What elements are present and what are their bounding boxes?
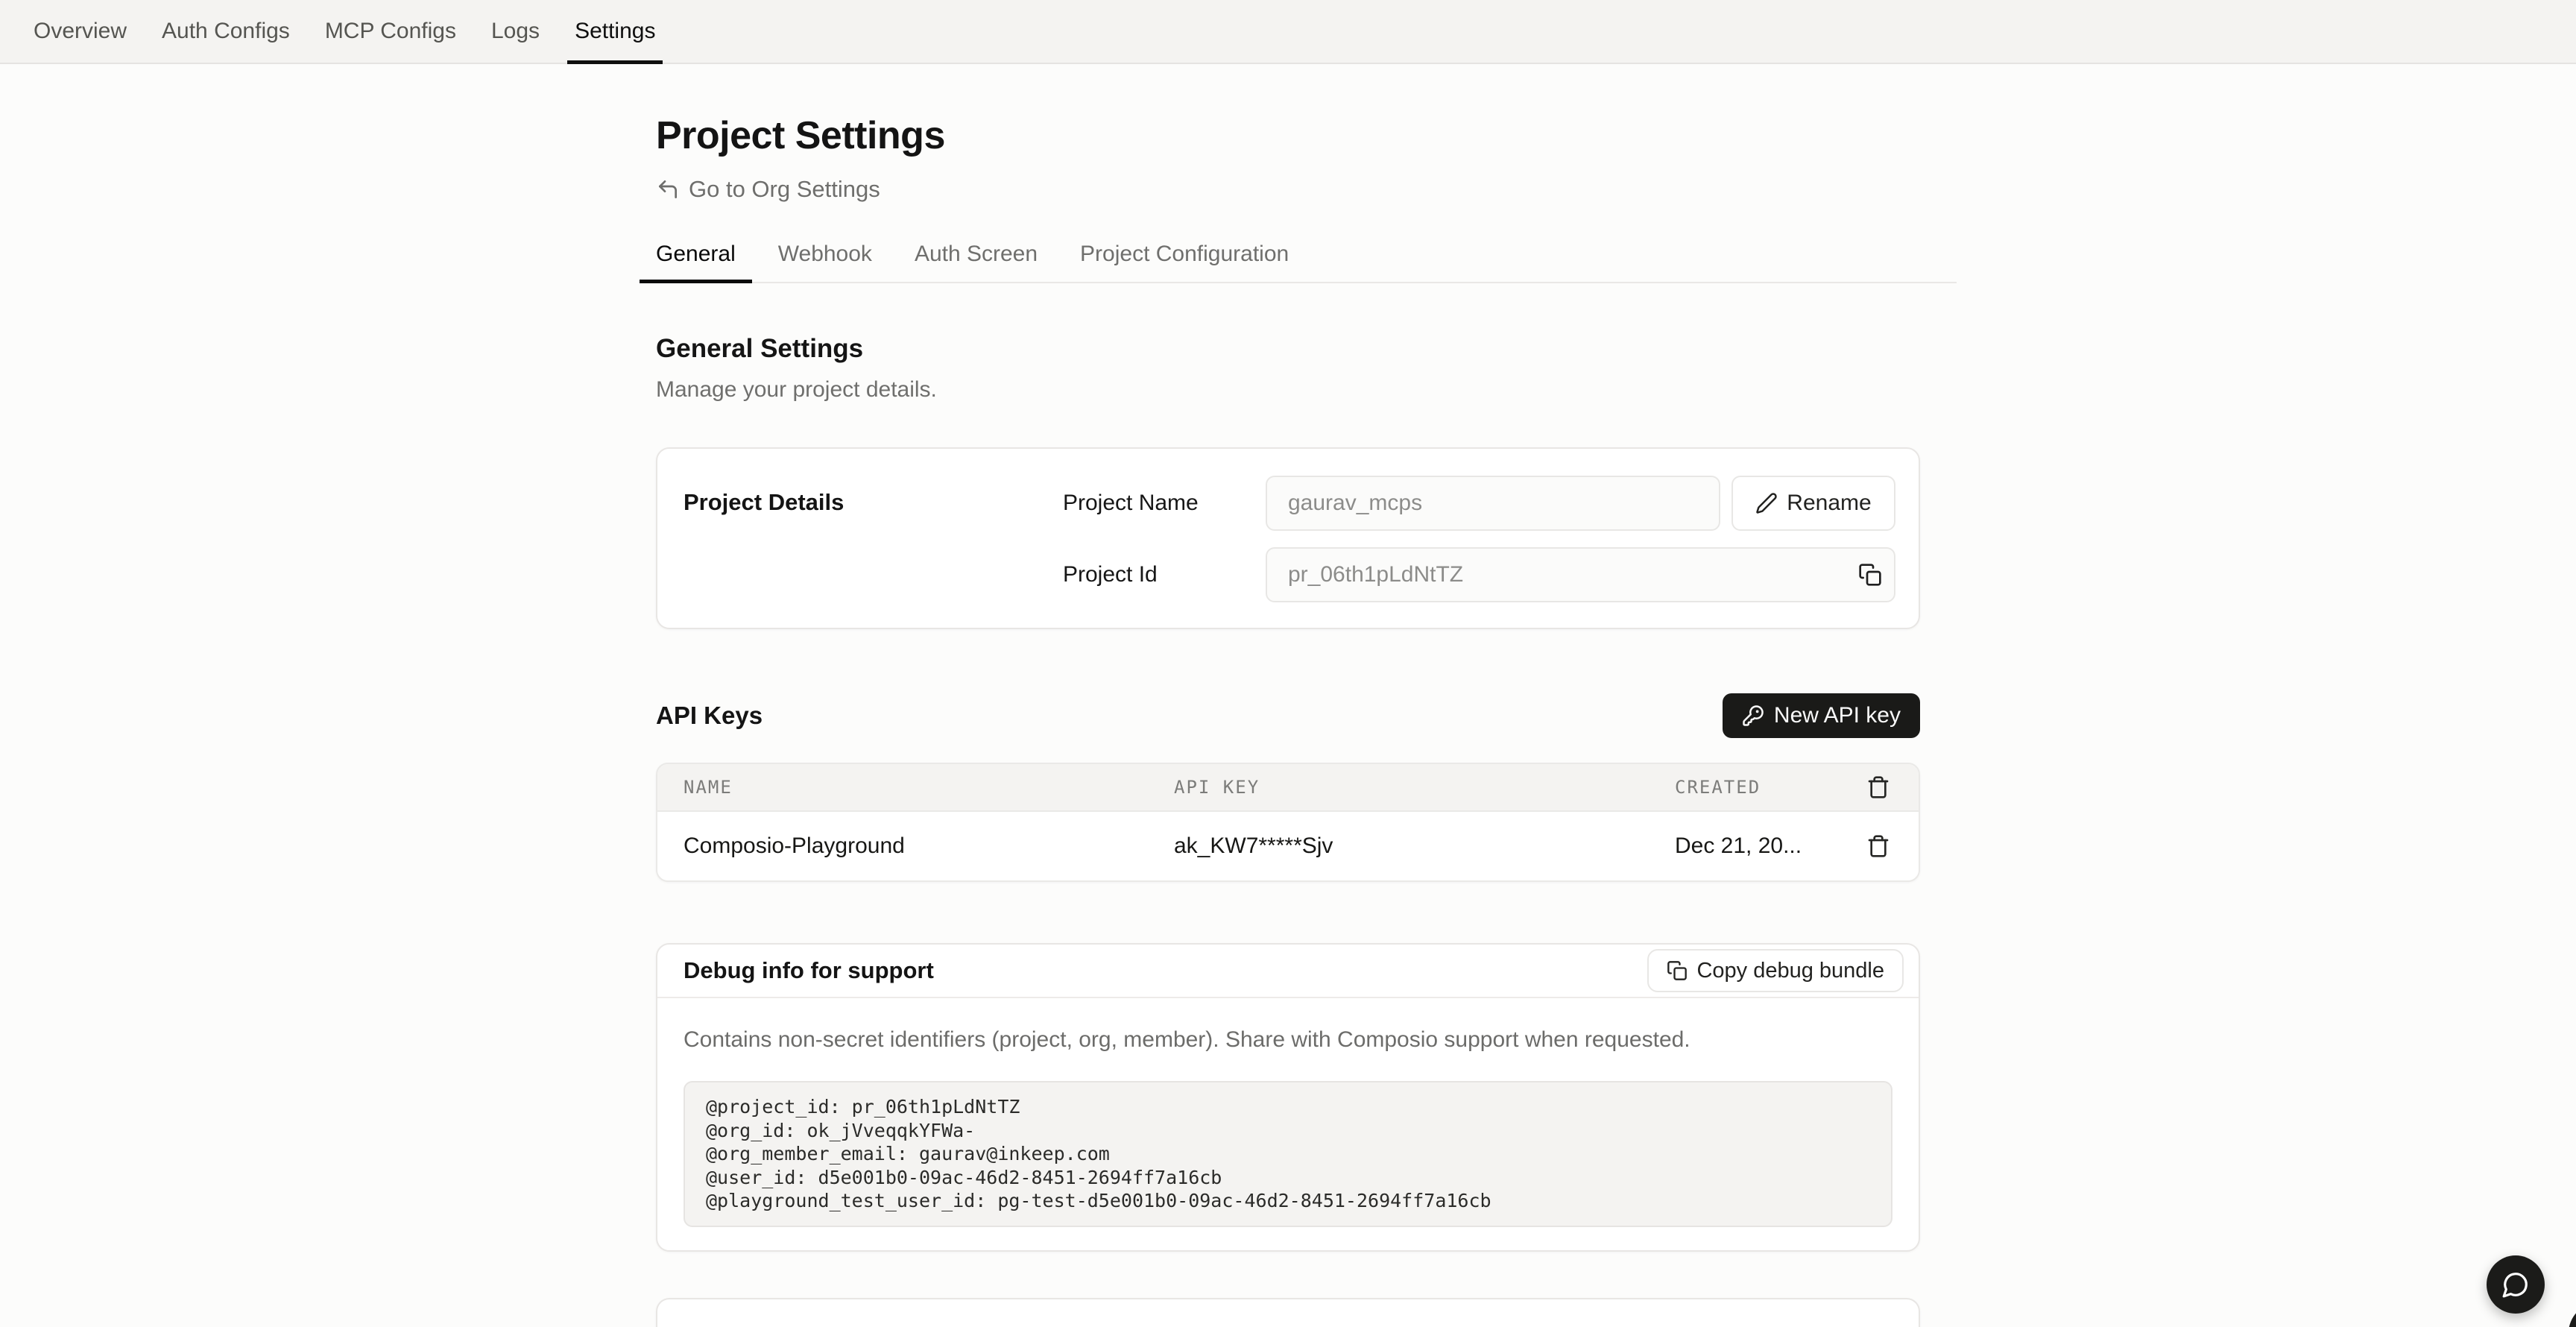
debug-info-card: Debug info for support Copy debug bundle… (656, 943, 1920, 1252)
col-header-name: NAME (684, 777, 1174, 798)
top-navigation: Overview Auth Configs MCP Configs Logs S… (0, 0, 2576, 64)
api-key-value-cell: ak_KW7*****Sjv (1174, 833, 1675, 859)
api-keys-title: API Keys (656, 702, 763, 730)
col-header-api-key: API KEY (1174, 777, 1675, 798)
debug-card-title: Debug info for support (684, 957, 934, 984)
copy-project-id-button[interactable] (1858, 563, 1882, 587)
project-id-input[interactable] (1266, 547, 1895, 602)
go-to-org-settings-label: Go to Org Settings (689, 176, 880, 203)
general-settings-subtitle: Manage your project details. (656, 377, 1920, 403)
tab-webhook[interactable]: Webhook (762, 242, 888, 282)
nav-item-auth-configs[interactable]: Auth Configs (154, 0, 297, 63)
copy-debug-bundle-label: Copy debug bundle (1696, 959, 1884, 983)
rename-button[interactable]: Rename (1731, 476, 1895, 531)
api-key-created-cell: Dec 21, 20... (1675, 833, 1857, 859)
project-id-row: Project Id (1063, 547, 1895, 602)
debug-card-body: Contains non-secret identifiers (project… (657, 998, 1919, 1250)
nav-item-mcp-configs[interactable]: MCP Configs (318, 0, 464, 63)
debug-line-org-member-email: @org_member_email: gaurav@inkeep.com (706, 1142, 1870, 1166)
tab-auth-screen[interactable]: Auth Screen (898, 242, 1054, 282)
api-keys-header: API Keys New API key (656, 693, 1920, 738)
api-keys-table: NAME API KEY CREATED Composio-Playground… (656, 763, 1920, 882)
debug-description: Contains non-secret identifiers (project… (684, 1027, 1892, 1053)
debug-line-playground-test-user-id: @playground_test_user_id: pg-test-d5e001… (706, 1189, 1870, 1213)
page-title: Project Settings (656, 113, 1920, 158)
debug-line-org-id: @org_id: ok_jVveqqkYFWa- (706, 1119, 1870, 1143)
delete-api-key-button[interactable] (1857, 834, 1890, 858)
project-details-form: Project Name Rename Project Id (1063, 476, 1895, 602)
nav-item-logs[interactable]: Logs (484, 0, 547, 63)
copy-icon (1858, 563, 1882, 587)
offscreen-widget-sliver (2569, 1303, 2576, 1327)
next-section-card-stub (656, 1298, 1920, 1327)
debug-line-user-id: @user_id: d5e001b0-09ac-46d2-8451-2694ff… (706, 1166, 1870, 1190)
corner-up-left-icon (656, 177, 680, 201)
chat-bubble-icon (2501, 1270, 2530, 1299)
table-row: Composio-Playground ak_KW7*****Sjv Dec 2… (657, 812, 1919, 880)
project-id-field (1266, 547, 1895, 602)
nav-item-settings[interactable]: Settings (567, 0, 663, 63)
pencil-icon (1755, 492, 1778, 514)
copy-debug-bundle-button[interactable]: Copy debug bundle (1647, 949, 1904, 992)
settings-subtabs: General Webhook Auth Screen Project Conf… (640, 242, 1957, 283)
nav-item-overview[interactable]: Overview (26, 0, 134, 63)
tab-general[interactable]: General (640, 242, 752, 282)
debug-bundle-block: @project_id: pr_06th1pLdNtTZ @org_id: ok… (684, 1081, 1892, 1227)
api-key-name-cell: Composio-Playground (684, 833, 1174, 859)
chat-support-button[interactable] (2487, 1255, 2545, 1314)
project-id-label: Project Id (1063, 562, 1266, 587)
project-settings-page: Overview Auth Configs MCP Configs Logs S… (0, 0, 2576, 1327)
trash-icon (1866, 834, 1890, 858)
project-name-row: Project Name Rename (1063, 476, 1895, 531)
new-api-key-button[interactable]: New API key (1723, 693, 1920, 738)
rename-button-label: Rename (1787, 491, 1871, 516)
debug-card-header: Debug info for support Copy debug bundle (657, 945, 1919, 998)
key-icon (1742, 705, 1764, 727)
project-details-card: Project Details Project Name Rename Proj… (656, 447, 1920, 629)
project-name-label: Project Name (1063, 491, 1266, 516)
tab-project-configuration[interactable]: Project Configuration (1064, 242, 1305, 282)
col-header-created: CREATED (1675, 777, 1857, 798)
project-details-card-title: Project Details (684, 476, 1063, 602)
new-api-key-label: New API key (1774, 703, 1901, 728)
main-content: Project Settings Go to Org Settings Gene… (656, 113, 1920, 1327)
api-keys-table-header: NAME API KEY CREATED (657, 764, 1919, 812)
copy-icon (1667, 960, 1688, 981)
trash-icon[interactable] (1857, 775, 1890, 799)
debug-line-project-id: @project_id: pr_06th1pLdNtTZ (706, 1095, 1870, 1119)
general-settings-heading: General Settings (656, 334, 1920, 364)
project-name-input[interactable] (1266, 476, 1720, 531)
go-to-org-settings-link[interactable]: Go to Org Settings (656, 176, 880, 203)
